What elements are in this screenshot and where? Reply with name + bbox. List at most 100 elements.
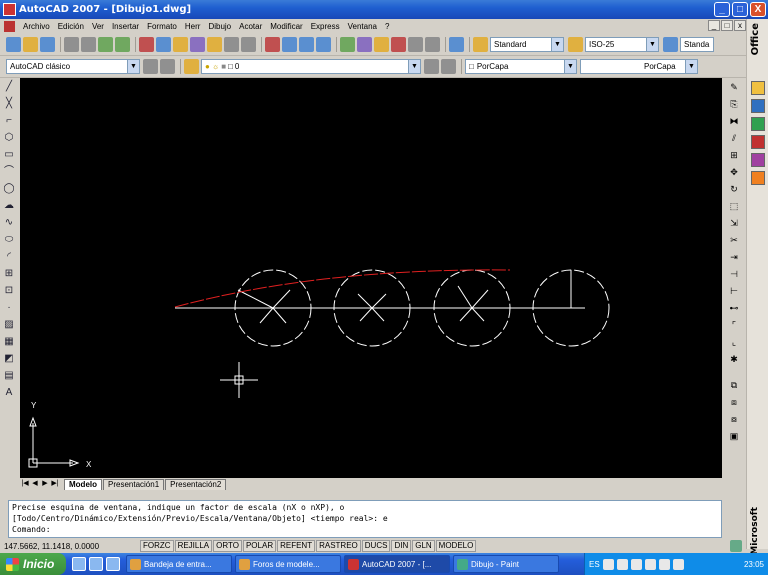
tool-palettes-icon[interactable] xyxy=(374,37,389,52)
chevron-down-icon[interactable]: ▼ xyxy=(408,60,420,73)
zoom-realtime-icon[interactable] xyxy=(282,37,297,52)
bring-front-icon[interactable]: ⧈ xyxy=(727,395,741,409)
table-style-select[interactable]: Standa xyxy=(680,37,714,52)
osnap-toggle[interactable]: REFENT xyxy=(277,540,316,552)
chevron-down-icon[interactable]: ▼ xyxy=(564,60,576,73)
word-icon[interactable] xyxy=(751,99,765,113)
model-toggle[interactable]: MODELO xyxy=(435,540,477,552)
menu-ventana[interactable]: Ventana xyxy=(344,22,381,31)
doc-restore-button[interactable]: □ xyxy=(721,20,733,31)
ellipse-arc-icon[interactable]: ◜ xyxy=(2,250,16,264)
status-tray-icon[interactable] xyxy=(730,540,742,552)
workspace-save-icon[interactable] xyxy=(160,59,175,74)
keyboard-icon[interactable] xyxy=(602,558,614,570)
rectangle-icon[interactable]: ▭ xyxy=(2,148,16,162)
first-tab-button[interactable]: |◀ xyxy=(20,479,30,489)
open-icon[interactable] xyxy=(23,37,38,52)
chevron-down-icon[interactable]: ▼ xyxy=(127,60,139,73)
erase-icon[interactable]: ✎ xyxy=(727,80,741,94)
snap-toggle[interactable]: FORZC xyxy=(140,540,174,552)
layer-previous-icon[interactable] xyxy=(441,59,456,74)
menu-ayuda[interactable]: ? xyxy=(381,22,393,31)
doc-close-button[interactable]: x xyxy=(734,20,746,31)
make-current-layer-icon[interactable] xyxy=(424,59,439,74)
hatch-icon[interactable]: ▨ xyxy=(2,318,16,332)
excel-icon[interactable] xyxy=(751,117,765,131)
color-select[interactable]: □ PorCapa ▼ xyxy=(465,59,577,74)
ortho-toggle[interactable]: ORTO xyxy=(213,540,242,552)
spline-icon[interactable]: ∿ xyxy=(2,216,16,230)
make-block-icon[interactable]: ⊡ xyxy=(2,284,16,298)
menu-herr[interactable]: Herr xyxy=(181,22,205,31)
text-style-select[interactable]: Standard ▼ xyxy=(490,37,564,52)
tab-presentacion2[interactable]: Presentación2 xyxy=(165,478,227,490)
tab-presentacion1[interactable]: Presentación1 xyxy=(103,478,165,490)
mirror-icon[interactable]: ⧓ xyxy=(727,114,741,128)
properties-icon[interactable] xyxy=(340,37,355,52)
multiline-text-icon[interactable]: A xyxy=(2,386,16,400)
workspace-settings-icon[interactable] xyxy=(143,59,158,74)
stretch-icon[interactable]: ⇲ xyxy=(727,216,741,230)
tab-modelo[interactable]: Modelo xyxy=(64,478,102,490)
update-icon[interactable] xyxy=(672,558,684,570)
ducs-toggle[interactable]: DUCS xyxy=(361,540,391,552)
break-at-point-icon[interactable]: ⊣ xyxy=(727,267,741,281)
calculator-icon[interactable] xyxy=(425,37,440,52)
undo-icon[interactable] xyxy=(224,37,239,52)
next-tab-button[interactable]: ▶ xyxy=(40,479,50,489)
command-window[interactable]: Precise esquina de ventana, indique un f… xyxy=(8,500,722,538)
document-icon[interactable] xyxy=(4,20,15,32)
autocad-app-icon[interactable] xyxy=(3,3,16,16)
arc-icon[interactable]: ⌒ xyxy=(2,165,16,179)
new-icon[interactable] xyxy=(6,37,21,52)
print-icon[interactable] xyxy=(64,37,79,52)
help-icon[interactable] xyxy=(449,37,464,52)
line-icon[interactable]: ╱ xyxy=(2,80,16,94)
ellipse-icon[interactable]: ⬭ xyxy=(2,233,16,247)
workspace-select[interactable]: AutoCAD clásico ▼ xyxy=(6,59,140,74)
region-icon[interactable]: ◩ xyxy=(2,352,16,366)
layer-select[interactable]: ● ☼ ■ □ 0 ▼ xyxy=(201,59,421,74)
revision-cloud-icon[interactable]: ☁ xyxy=(2,199,16,213)
minimize-button[interactable]: _ xyxy=(714,2,730,17)
insert-block-icon[interactable]: ⊞ xyxy=(2,267,16,281)
office-app-icon[interactable] xyxy=(751,81,765,95)
design-center-icon[interactable] xyxy=(357,37,372,52)
media-player-icon[interactable] xyxy=(89,557,103,571)
web-icon[interactable] xyxy=(115,37,130,52)
polyline-icon[interactable]: ⌐ xyxy=(2,114,16,128)
break-icon[interactable]: ⊢ xyxy=(727,284,741,298)
gradient-icon[interactable]: ▦ xyxy=(2,335,16,349)
lwt-toggle[interactable]: GLN xyxy=(412,540,435,552)
layer-manager-icon[interactable] xyxy=(184,59,199,74)
last-tab-button[interactable]: ▶| xyxy=(50,479,60,489)
match-properties-icon[interactable] xyxy=(190,37,205,52)
sheet-set-icon[interactable] xyxy=(391,37,406,52)
antivirus-icon[interactable] xyxy=(616,558,628,570)
task-outlook[interactable]: Bandeja de entra... xyxy=(126,555,232,573)
model-space-canvas[interactable]: Y X xyxy=(20,78,722,478)
zoom-window-icon[interactable] xyxy=(299,37,314,52)
chevron-down-icon[interactable]: ▼ xyxy=(551,38,563,51)
menu-insertar[interactable]: Insertar xyxy=(108,22,143,31)
markup-icon[interactable] xyxy=(408,37,423,52)
move-icon[interactable]: ✥ xyxy=(727,165,741,179)
close-button[interactable]: X xyxy=(750,2,766,17)
extend-icon[interactable]: ⇥ xyxy=(727,250,741,264)
send-back-icon[interactable]: ⧇ xyxy=(727,412,741,426)
coordinate-display[interactable]: 147.5662, 11.1418, 0.0000 xyxy=(4,542,140,551)
offset-icon[interactable]: ⫽ xyxy=(727,131,741,145)
maximize-button[interactable]: □ xyxy=(732,2,748,17)
redo-icon[interactable] xyxy=(241,37,256,52)
menu-acotar[interactable]: Acotar xyxy=(235,22,266,31)
copy-object-icon[interactable]: ⎘ xyxy=(727,97,741,111)
chamfer-icon[interactable]: ⌜ xyxy=(727,318,741,332)
array-icon[interactable]: ⊞ xyxy=(727,148,741,162)
show-desktop-icon[interactable] xyxy=(72,557,86,571)
volume-icon[interactable] xyxy=(658,558,670,570)
polygon-icon[interactable]: ⬡ xyxy=(2,131,16,145)
table-icon[interactable]: ▤ xyxy=(2,369,16,383)
preview-icon[interactable] xyxy=(81,37,96,52)
menu-ver[interactable]: Ver xyxy=(88,22,108,31)
browser-icon[interactable] xyxy=(106,557,120,571)
